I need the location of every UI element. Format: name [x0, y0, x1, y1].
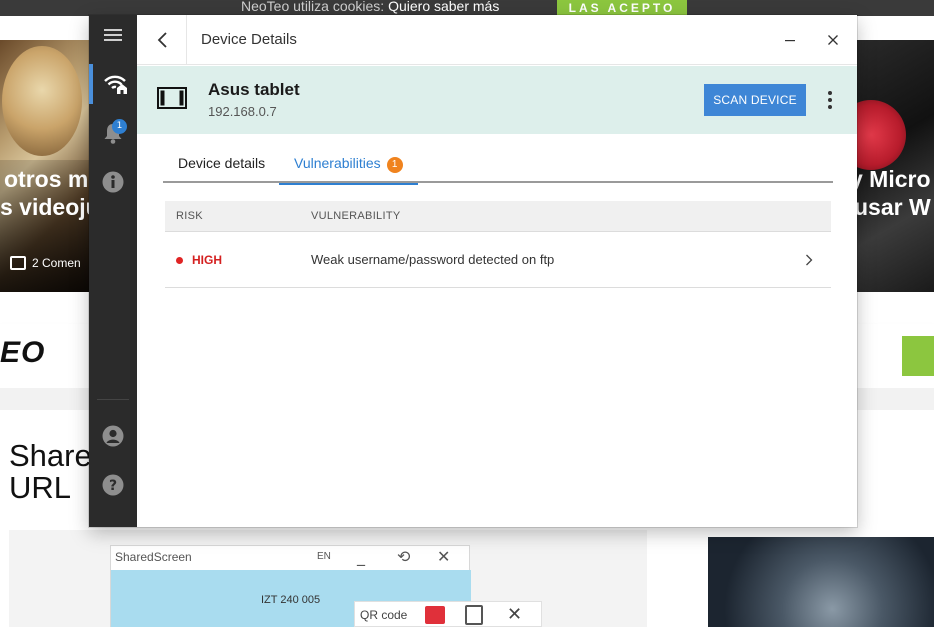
menu-icon	[104, 29, 122, 41]
back-button[interactable]	[151, 28, 175, 52]
title-bar: Device Details	[137, 15, 857, 65]
sidebar-menu-button[interactable]	[89, 15, 137, 55]
minimize-icon: _	[357, 547, 365, 566]
comment-icon	[10, 256, 26, 270]
restore-icon: ⟲	[397, 547, 411, 566]
sidebar-item-notifications[interactable]	[89, 113, 137, 153]
column-header-risk: RISK	[176, 210, 203, 222]
window-title: Device Details	[201, 31, 297, 48]
hero-article-left[interactable]: otros m s videoju 2 Comen	[0, 40, 90, 292]
sidebar-item-account[interactable]	[89, 416, 137, 456]
scan-device-button[interactable]: SCAN DEVICE	[704, 84, 806, 116]
hero-headline-line-2: usar W	[856, 194, 931, 220]
table-row[interactable]: HIGH Weak username/password detected on …	[165, 232, 831, 288]
cookie-accept-button[interactable]: LAS ACEPTO	[557, 0, 687, 16]
qr-label: QR code	[360, 608, 408, 622]
device-name: Asus tablet	[208, 80, 300, 99]
chevron-right-icon	[806, 254, 813, 266]
more-options-button[interactable]	[820, 86, 840, 114]
row-open-button[interactable]	[801, 252, 817, 268]
heading-line-2: URL	[9, 470, 72, 505]
vulnerabilities-count-badge: 1	[386, 157, 403, 173]
hero-image	[2, 46, 82, 156]
sidebar-item-help[interactable]: ?	[89, 465, 137, 505]
device-ip: 192.168.0.7	[208, 104, 277, 119]
sidebar-item-info[interactable]	[89, 162, 137, 202]
minimize-icon	[785, 40, 795, 42]
hero-article-right[interactable]: y Micro usar W	[856, 40, 934, 292]
risk-high-dot-icon	[176, 257, 183, 264]
cookie-message: NeoTeo utiliza cookies:	[241, 0, 385, 14]
cookie-text: NeoTeo utiliza cookies: Quiero saber más	[241, 0, 499, 14]
article-image-right	[708, 537, 934, 627]
cookie-info-link[interactable]: Quiero saber más	[388, 0, 499, 14]
tab-label: Vulnerabilities	[294, 155, 381, 171]
minimize-button[interactable]	[778, 28, 802, 52]
close-icon	[828, 35, 838, 45]
title-separator	[186, 15, 187, 65]
hero-headline-line-1: otros m	[4, 166, 89, 192]
risk-level: HIGH	[192, 253, 222, 267]
shared-screen-title: SharedScreen	[115, 550, 192, 564]
tab-label: Device details	[178, 155, 266, 171]
wifi-home-icon	[104, 75, 127, 94]
svg-text:?: ?	[109, 478, 117, 494]
hero-image	[856, 100, 906, 170]
device-details-window: 1 ? Device Details Asus tablet 192.168.0…	[89, 15, 857, 527]
more-dot-icon	[828, 98, 832, 102]
tab-vulnerabilities[interactable]: Vulnerabilities 1	[279, 150, 418, 185]
sidebar: 1 ?	[89, 15, 137, 527]
close-icon: ✕	[507, 604, 523, 625]
site-logo[interactable]: EO	[0, 336, 45, 370]
help-icon: ?	[102, 474, 124, 496]
sidebar-item-network[interactable]	[89, 64, 137, 104]
comments-count: 2 Comen	[32, 256, 81, 270]
heading-line-1: Share	[9, 438, 92, 473]
table-header: RISK VULNERABILITY	[165, 201, 831, 232]
close-icon: ✕	[437, 547, 451, 566]
device-header: Asus tablet 192.168.0.7 SCAN DEVICE	[137, 66, 857, 134]
column-header-vulnerability: VULNERABILITY	[311, 210, 401, 222]
sidebar-divider	[97, 399, 129, 400]
chevron-left-icon	[157, 32, 167, 48]
clipboard-icon	[465, 605, 483, 625]
notification-badge: 1	[112, 119, 127, 134]
vulnerabilities-table: RISK VULNERABILITY HIGH Weak username/pa…	[165, 201, 831, 288]
share-url-heading: Share URL	[9, 440, 92, 504]
tab-device-details[interactable]: Device details	[178, 150, 265, 183]
main-panel: Device Details Asus tablet 192.168.0.7 S…	[137, 15, 857, 527]
close-button[interactable]	[821, 28, 845, 52]
shared-screen-lang: EN	[317, 551, 331, 562]
hero-headline-line-2: s videoju	[0, 194, 90, 220]
info-icon	[102, 171, 124, 193]
save-icon	[425, 606, 445, 624]
site-menu-button[interactable]	[902, 336, 934, 376]
cookie-bar: NeoTeo utiliza cookies: Quiero saber más…	[0, 0, 934, 16]
tablet-icon	[157, 87, 187, 109]
user-icon	[102, 425, 124, 447]
comments-link[interactable]: 2 Comen	[10, 256, 81, 270]
tab-bar: Device details Vulnerabilities 1	[163, 150, 833, 185]
more-dot-icon	[828, 91, 832, 95]
more-dot-icon	[828, 105, 832, 109]
hero-headline-line-1: y Micro	[856, 166, 931, 192]
vulnerability-description: Weak username/password detected on ftp	[311, 252, 555, 267]
shared-screen-text: IZT 240 005	[261, 594, 321, 606]
qr-toolbar: QR code ✕	[354, 601, 542, 627]
